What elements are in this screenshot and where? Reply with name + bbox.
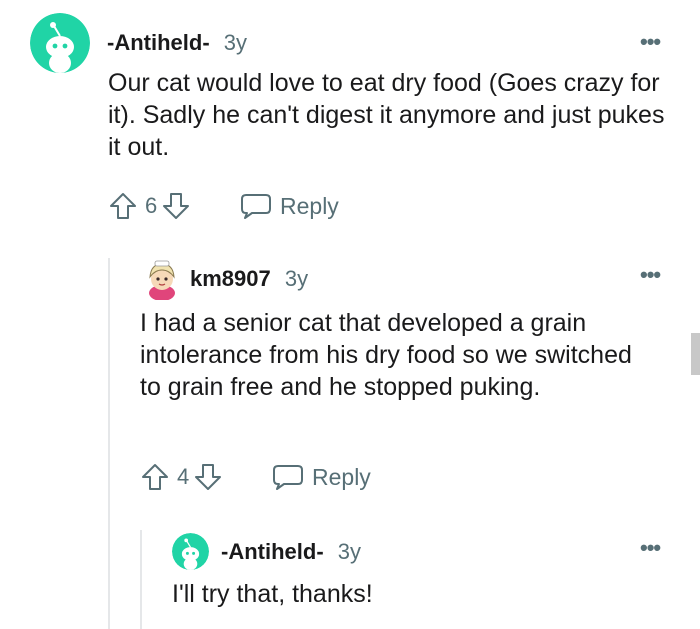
vote-bar: 6 bbox=[108, 190, 191, 222]
comment-bubble-icon bbox=[272, 462, 304, 492]
comment-age[interactable]: 3y bbox=[285, 266, 308, 291]
thread-line-level-2[interactable] bbox=[140, 530, 142, 629]
reply-label: Reply bbox=[312, 463, 371, 490]
reply-button[interactable]: Reply bbox=[240, 190, 339, 222]
comment-body: I'll try that, thanks! bbox=[172, 580, 373, 608]
user-avatar[interactable] bbox=[30, 13, 90, 73]
more-options-button[interactable]: ••• bbox=[640, 31, 661, 53]
thread-line-level-1[interactable] bbox=[108, 258, 110, 629]
user-avatar[interactable] bbox=[145, 260, 179, 300]
comment-author[interactable]: km8907 bbox=[190, 266, 271, 291]
upvote-icon[interactable] bbox=[140, 462, 170, 492]
comment-author[interactable]: -Antiheld- bbox=[107, 30, 210, 55]
comment-author[interactable]: -Antiheld- bbox=[221, 539, 324, 564]
vote-score: 6 bbox=[145, 193, 158, 218]
snoo-avatar-icon bbox=[172, 533, 209, 570]
reply-label: Reply bbox=[280, 192, 339, 219]
more-options-button[interactable]: ••• bbox=[640, 264, 661, 286]
comment-body: I had a senior cat that developed a grai… bbox=[140, 309, 632, 401]
snoo-avatar-icon bbox=[30, 13, 90, 73]
vote-score: 4 bbox=[177, 464, 190, 489]
reply-button[interactable]: Reply bbox=[272, 461, 371, 493]
custom-avatar-icon bbox=[149, 260, 175, 300]
scrollbar-thumb[interactable] bbox=[691, 333, 700, 375]
downvote-icon[interactable] bbox=[161, 191, 191, 221]
vote-bar: 4 bbox=[140, 461, 223, 493]
downvote-icon[interactable] bbox=[193, 462, 223, 492]
user-avatar[interactable] bbox=[172, 533, 209, 570]
upvote-icon[interactable] bbox=[108, 191, 138, 221]
comment-age[interactable]: 3y bbox=[338, 539, 361, 564]
comment-age[interactable]: 3y bbox=[224, 30, 247, 55]
more-options-button[interactable]: ••• bbox=[640, 537, 661, 559]
comment-bubble-icon bbox=[240, 191, 272, 221]
comment-body: Our cat would love to eat dry food (Goes… bbox=[108, 69, 665, 161]
